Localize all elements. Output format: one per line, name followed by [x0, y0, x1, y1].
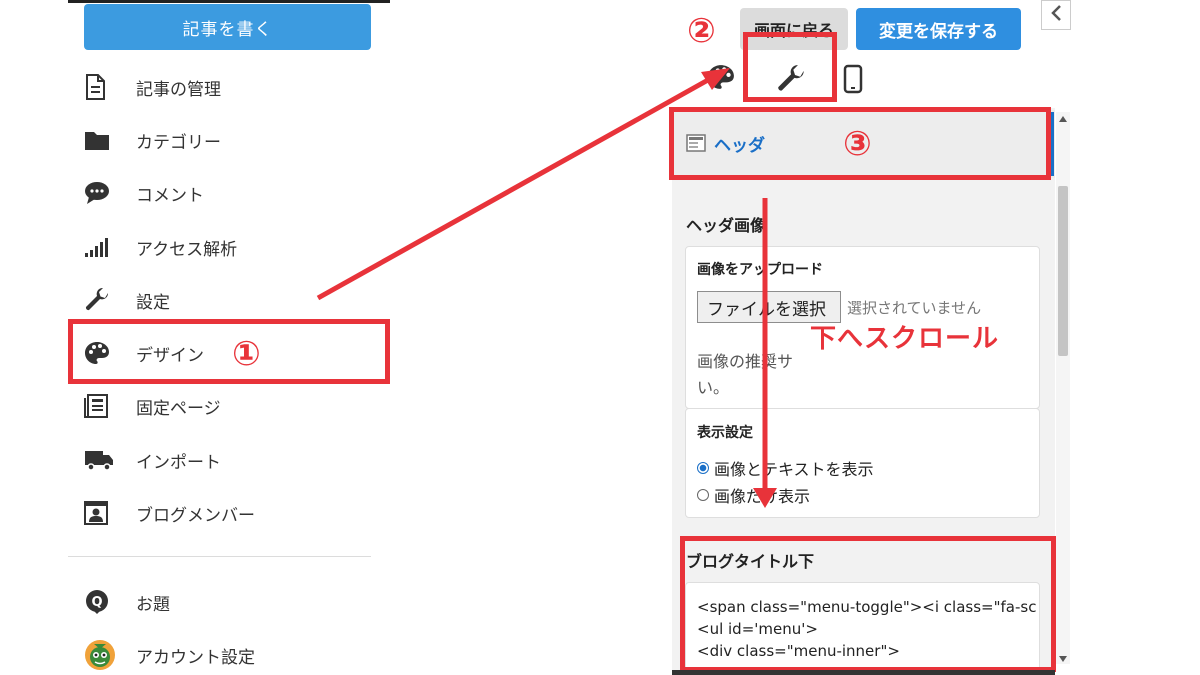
- member-card-icon: [84, 500, 116, 526]
- sidebar-item-comment[interactable]: コメント: [84, 173, 374, 213]
- sidebar-item-label: 記事の管理: [136, 79, 221, 100]
- comment-icon: [84, 180, 116, 206]
- palette-icon: [707, 65, 735, 94]
- mobile-icon: [843, 64, 863, 98]
- radio-image-and-text[interactable]: 画像とテキストを表示: [697, 456, 874, 480]
- file-status-text: 選択されていません: [847, 299, 982, 317]
- scroll-down-hint: 下へスクロール: [810, 324, 1000, 354]
- sidebar-item-label: インポート: [136, 452, 221, 473]
- sidebar-item-label: アカウント設定: [136, 647, 255, 668]
- arrow-step1-to-step2: [316, 77, 710, 301]
- save-changes-button[interactable]: 変更を保存する: [856, 8, 1021, 50]
- radio-label: 画像だけ表示: [714, 487, 811, 506]
- chevron-left-icon: [1050, 4, 1062, 26]
- svg-text:Q: Q: [91, 595, 102, 610]
- signal-bars-icon: [84, 234, 116, 260]
- sidebar-divider: [68, 556, 371, 557]
- sidebar-item-label: カテゴリー: [136, 132, 221, 153]
- panel-bottom-edge: [672, 670, 1055, 675]
- sidebar-item-label: 設定: [136, 292, 170, 313]
- sidebar-item-fixed-page[interactable]: 固定ページ: [84, 386, 374, 426]
- recommend-text-1: 画像の推奨サ: [697, 352, 794, 371]
- pages-icon: [84, 393, 116, 419]
- sidebar-item-access[interactable]: アクセス解析: [84, 227, 374, 267]
- step1-highlight-box: [68, 319, 390, 384]
- sidebar-item-article-manage[interactable]: 記事の管理: [84, 67, 374, 107]
- sidebar-item-label: 固定ページ: [136, 398, 221, 419]
- sidebar-item-label: アクセス解析: [136, 239, 238, 260]
- recommend-text-2: い。: [697, 378, 730, 397]
- radio-label: 画像とテキストを表示: [714, 460, 874, 479]
- sidebar-item-account[interactable]: アカウント設定: [84, 635, 374, 675]
- step2-marker: ②: [687, 11, 716, 51]
- sidebar-item-import[interactable]: インポート: [84, 440, 374, 480]
- folder-icon: [84, 127, 116, 153]
- step1-marker: ①: [232, 334, 261, 374]
- document-icon: [84, 74, 116, 100]
- odai-icon: Q: [84, 589, 116, 615]
- header-image-title: ヘッダ画像: [686, 216, 767, 235]
- sidebar-item-settings[interactable]: 設定: [84, 280, 374, 320]
- top-border: [68, 0, 390, 3]
- step2-highlight-box: [743, 32, 837, 102]
- scroll-down-arrow-icon[interactable]: [1059, 656, 1067, 662]
- sidebar-item-category[interactable]: カテゴリー: [84, 120, 374, 160]
- tab-design-palette[interactable]: [707, 64, 737, 94]
- radio-button[interactable]: [697, 489, 709, 501]
- sidebar-item-label: お題: [136, 594, 170, 615]
- sidebar-item-label: ブログメンバー: [136, 505, 255, 526]
- scroll-up-arrow-icon[interactable]: [1059, 116, 1067, 122]
- sidebar-item-blog-member[interactable]: ブログメンバー: [84, 493, 374, 533]
- write-article-button[interactable]: 記事を書く: [84, 4, 371, 50]
- wrench-icon: [84, 287, 116, 313]
- panel-scrollbar-thumb[interactable]: [1058, 186, 1068, 356]
- sidebar-item-label: コメント: [136, 185, 204, 206]
- radio-image-only[interactable]: 画像だけ表示: [697, 483, 810, 507]
- display-settings-title: 表示設定: [697, 425, 753, 441]
- avatar-icon: [84, 640, 116, 670]
- tab-mobile[interactable]: [843, 64, 865, 94]
- sidebar-item-odai[interactable]: Q お題: [84, 582, 374, 622]
- below-title-highlight-box: [680, 536, 1056, 672]
- step3-marker: ③: [843, 124, 872, 164]
- radio-button-selected[interactable]: [697, 462, 709, 474]
- collapse-panel-button[interactable]: [1041, 0, 1071, 30]
- upload-label: 画像をアップロード: [697, 262, 823, 278]
- truck-icon: [84, 447, 116, 473]
